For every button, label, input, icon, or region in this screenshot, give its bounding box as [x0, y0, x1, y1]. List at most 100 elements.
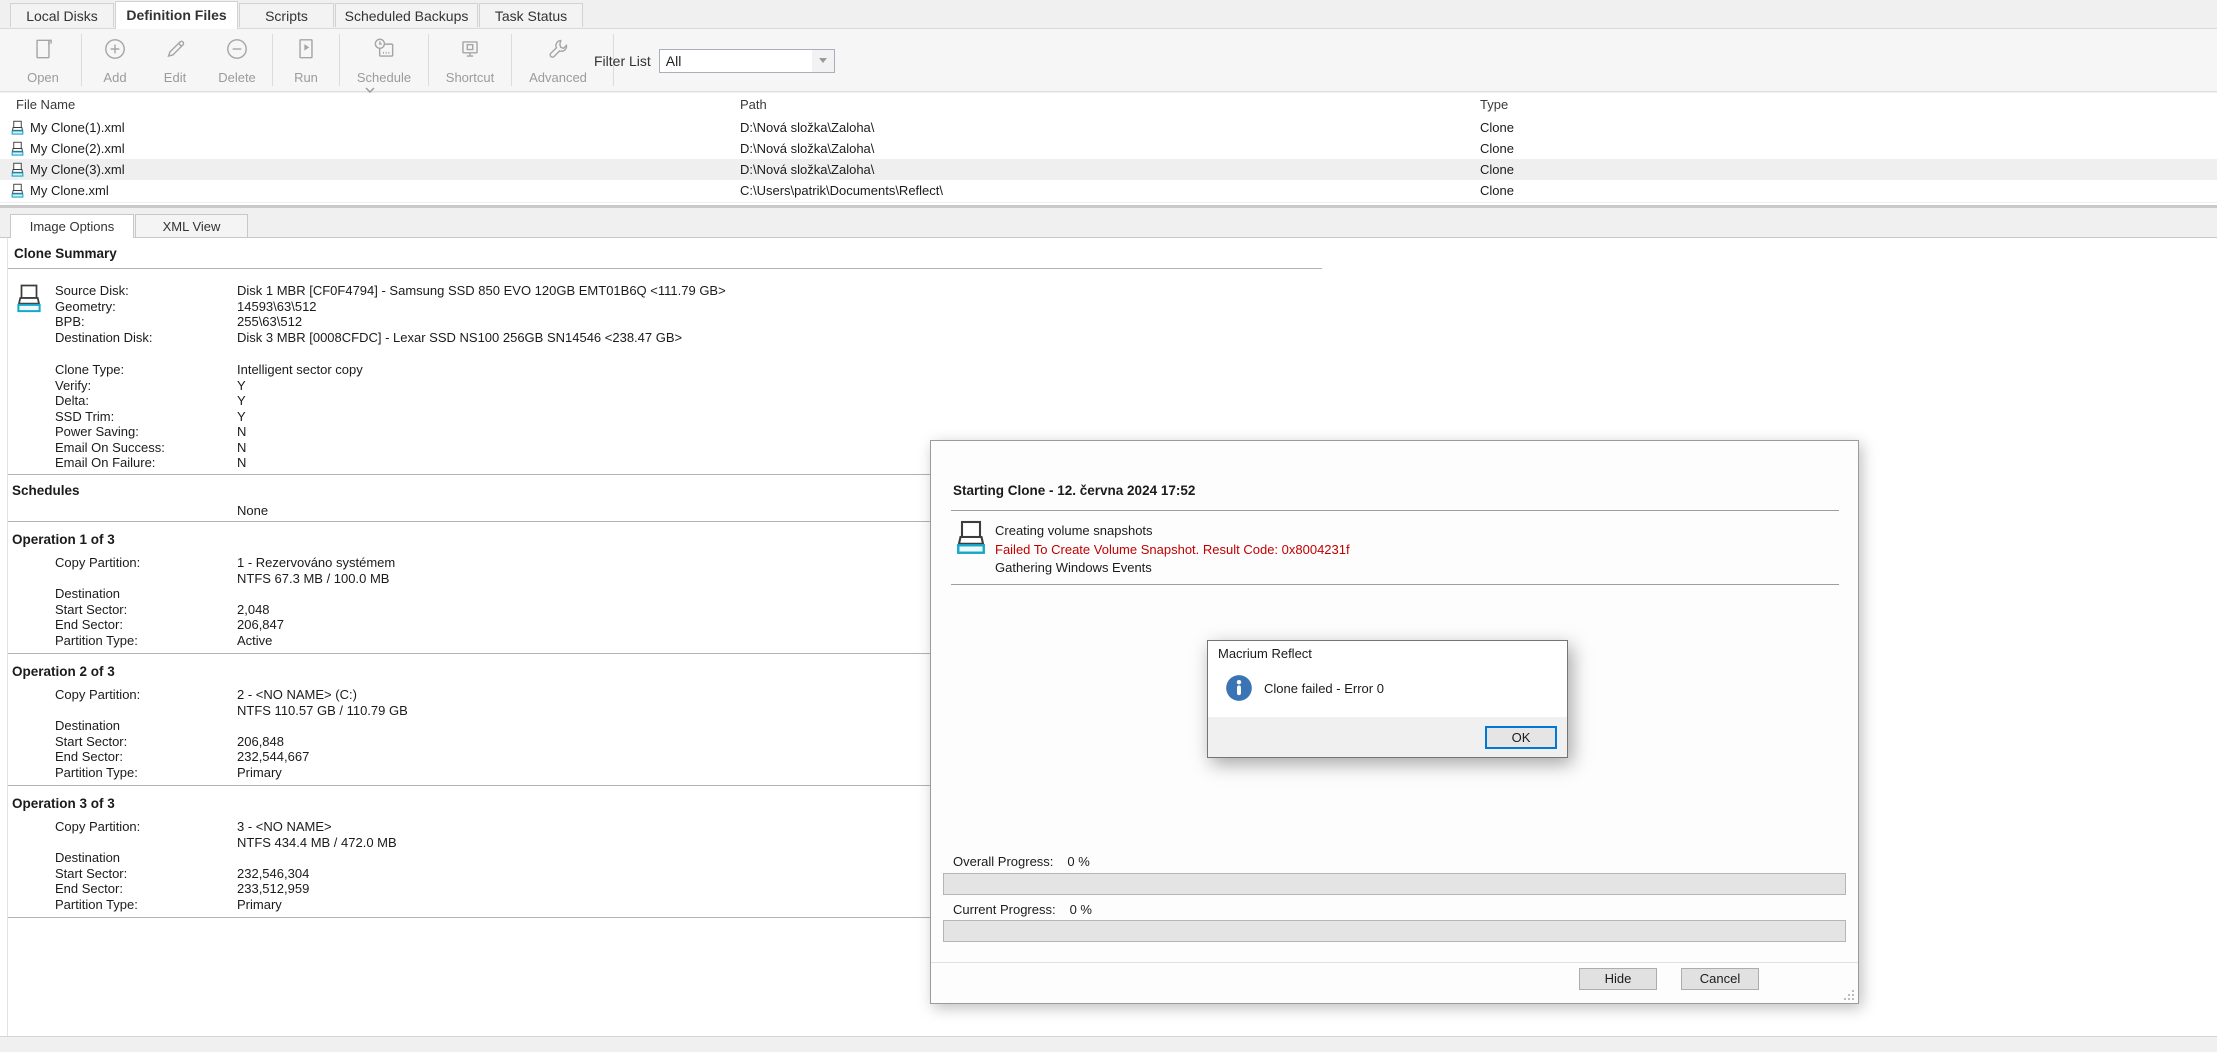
- geometry-label: Geometry:: [55, 299, 237, 315]
- run-label: Run: [294, 70, 318, 85]
- source-disk-label: Source Disk:: [55, 283, 237, 299]
- file-name: My Clone(2).xml: [30, 138, 125, 159]
- email-failure-value: N: [237, 455, 246, 471]
- destination-disk-value: Disk 3 MBR [0008CFDC] - Lexar SSD NS100 …: [237, 330, 682, 346]
- dialog-divider: [951, 584, 1839, 585]
- file-name: My Clone.xml: [30, 180, 109, 201]
- filter-list-select[interactable]: All: [659, 49, 835, 73]
- definition-file-list: File Name Path Type My Clone(1).xml D:\N…: [0, 93, 2217, 202]
- hide-button[interactable]: Hide: [1579, 968, 1657, 990]
- email-success-value: N: [237, 440, 246, 456]
- dialog-title: Starting Clone - 12. června 2024 17:52: [953, 483, 1195, 498]
- open-label: Open: [27, 70, 59, 85]
- disk-info-block: Source Disk:Disk 1 MBR [CF0F4794] - Sams…: [14, 283, 2217, 345]
- table-row[interactable]: My Clone(1).xml D:\Nová složka\Zaloha\ C…: [0, 117, 2217, 138]
- toolbar-separator: [81, 34, 82, 86]
- pane-left-border: [7, 238, 8, 1036]
- partition-size: NTFS 110.57 GB / 110.79 GB: [237, 703, 408, 719]
- resize-grip[interactable]: [1843, 988, 1855, 1000]
- table-row-selected[interactable]: My Clone(3).xml D:\Nová složka\Zaloha\ C…: [0, 159, 2217, 180]
- status-line: Creating volume snapshots: [995, 522, 1350, 541]
- current-progress-value: 0 %: [1070, 902, 1092, 917]
- partition-type-value: Active: [237, 633, 272, 649]
- open-icon: [30, 36, 56, 67]
- toolbar-separator: [428, 34, 429, 86]
- destination-label: Destination: [55, 718, 237, 734]
- column-type[interactable]: Type: [1480, 93, 2217, 117]
- shortcut-label: Shortcut: [446, 70, 494, 85]
- end-sector-value: 233,512,959: [237, 881, 309, 897]
- copy-partition-label: Copy Partition:: [55, 819, 237, 850]
- source-disk-value: Disk 1 MBR [CF0F4794] - Samsung SSD 850 …: [237, 283, 726, 299]
- file-type: Clone: [1480, 180, 2217, 201]
- toolbar: Open Add Edit Delete Run Schedule Shortc…: [0, 29, 2217, 92]
- current-progress-bar: [943, 920, 1846, 942]
- ok-button[interactable]: OK: [1485, 726, 1557, 749]
- list-header-row: File Name Path Type: [0, 93, 2217, 117]
- current-progress-label: Current Progress:0 %: [953, 902, 1092, 917]
- view-tab-bar: Image Options XML View: [0, 208, 2217, 238]
- cancel-button[interactable]: Cancel: [1681, 968, 1759, 990]
- verify-label: Verify:: [55, 378, 237, 394]
- email-failure-label: Email On Failure:: [55, 455, 237, 471]
- run-icon: [293, 36, 319, 67]
- chevron-down-icon[interactable]: [812, 50, 834, 72]
- table-row[interactable]: My Clone(2).xml D:\Nová složka\Zaloha\ C…: [0, 138, 2217, 159]
- tab-definition-files[interactable]: Definition Files: [115, 1, 238, 29]
- file-type: Clone: [1480, 159, 2217, 180]
- geometry-value: 14593\63\512: [237, 299, 317, 315]
- end-sector-label: End Sector:: [55, 749, 237, 765]
- overall-progress-label: Overall Progress:0 %: [953, 854, 1090, 869]
- clone-summary-title: Clone Summary: [14, 246, 2217, 262]
- tab-image-options[interactable]: Image Options: [10, 214, 134, 238]
- partition-type-value: Primary: [237, 897, 282, 913]
- clone-disk-icon: [14, 283, 44, 313]
- tab-scripts[interactable]: Scripts: [239, 3, 334, 27]
- advanced-button[interactable]: Advanced: [515, 29, 601, 91]
- info-icon: [1225, 674, 1253, 702]
- copy-partition-label: Copy Partition:: [55, 555, 237, 586]
- error-message-box: Macrium Reflect Clone failed - Error 0 O…: [1207, 640, 1568, 758]
- shortcut-button[interactable]: Shortcut: [432, 29, 508, 91]
- toolbar-separator: [272, 34, 273, 86]
- open-button[interactable]: Open: [8, 29, 78, 91]
- verify-value: Y: [237, 378, 246, 394]
- clone-file-icon: [10, 120, 25, 135]
- delta-value: Y: [237, 393, 246, 409]
- tab-scheduled-backups[interactable]: Scheduled Backups: [335, 3, 478, 27]
- tab-local-disks[interactable]: Local Disks: [10, 3, 114, 27]
- message-box-footer: OK: [1208, 717, 1567, 757]
- file-type: Clone: [1480, 138, 2217, 159]
- add-button[interactable]: Add: [85, 29, 145, 91]
- bpb-value: 255\63\512: [237, 314, 302, 330]
- partition-value: 3 - <NO NAME>: [237, 819, 397, 835]
- advanced-label: Advanced: [529, 70, 587, 85]
- schedule-button[interactable]: Schedule: [343, 29, 425, 91]
- section-divider: [7, 268, 1322, 269]
- ssd-trim-label: SSD Trim:: [55, 409, 237, 425]
- macrium-reflect-window: Local Disks Definition Files Scripts Sch…: [0, 0, 2217, 1052]
- edit-button[interactable]: Edit: [145, 29, 205, 91]
- delete-icon: [224, 36, 250, 67]
- column-path[interactable]: Path: [740, 93, 1480, 117]
- destination-disk-label: Destination Disk:: [55, 330, 237, 346]
- advanced-icon: [545, 36, 571, 67]
- schedule-dropdown-chevron-icon[interactable]: [362, 82, 378, 92]
- table-row[interactable]: My Clone.xml C:\Users\patrik\Documents\R…: [0, 180, 2217, 201]
- tab-xml-view[interactable]: XML View: [135, 214, 248, 237]
- run-button[interactable]: Run: [276, 29, 336, 91]
- dialog-divider: [951, 510, 1839, 511]
- power-saving-value: N: [237, 424, 246, 440]
- partition-value: 1 - Rezervováno systémem: [237, 555, 395, 571]
- column-file-name[interactable]: File Name: [0, 93, 740, 117]
- clone-file-icon: [10, 162, 25, 177]
- bpb-label: BPB:: [55, 314, 237, 330]
- partition-value: 2 - <NO NAME> (C:): [237, 687, 408, 703]
- filter-list-value: All: [660, 53, 812, 69]
- file-path: D:\Nová složka\Zaloha\: [740, 159, 1480, 180]
- start-sector-value: 2,048: [237, 602, 270, 618]
- power-saving-label: Power Saving:: [55, 424, 237, 440]
- delete-button[interactable]: Delete: [205, 29, 269, 91]
- tab-task-status[interactable]: Task Status: [479, 3, 583, 27]
- message-box-title: Macrium Reflect: [1218, 646, 1312, 661]
